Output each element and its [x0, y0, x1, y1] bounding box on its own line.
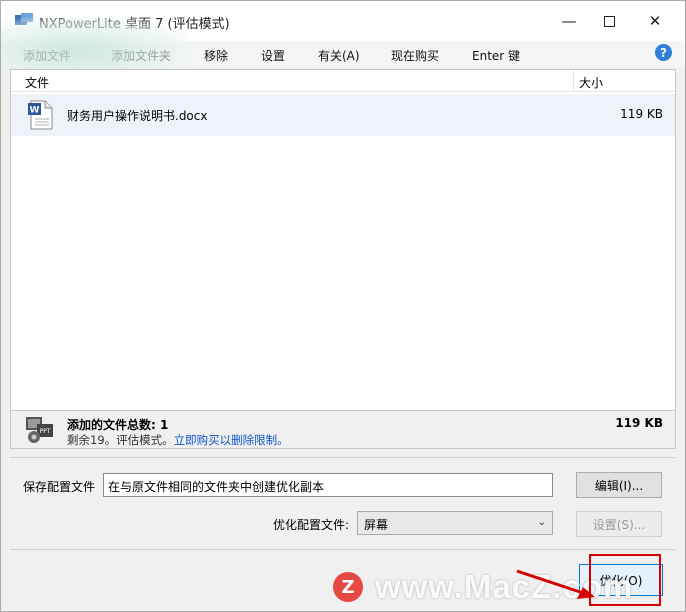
file-list[interactable]: 文件 大小 W 财务用户操作说明书.docx 119 KB	[10, 69, 676, 411]
optimize-profile-value: 屏幕	[364, 518, 389, 532]
app-window: NXPowerLite 桌面 7 (评估模式) — ✕ 添加文件 添加文件夹 移…	[0, 0, 686, 612]
menu-remove[interactable]: 移除	[204, 47, 228, 64]
divider	[10, 549, 676, 550]
column-header-name[interactable]: 文件	[25, 74, 49, 91]
help-icon[interactable]: ?	[655, 44, 672, 61]
optimize-profile-select[interactable]: 屏幕 ⌄	[357, 511, 553, 535]
window-title: NXPowerLite 桌面 7 (评估模式)	[39, 17, 230, 32]
close-button[interactable]: ✕	[633, 1, 677, 41]
summary-panel: PPT 添加的文件总数: 1 剩余19。评估模式。立即购买以删除限制。 119 …	[10, 411, 676, 449]
chevron-down-icon: ⌄	[537, 517, 546, 528]
column-header-size[interactable]: 大小	[579, 74, 603, 91]
menu-add-folder[interactable]: 添加文件夹	[111, 47, 171, 64]
remaining-count-text: 剩余19。评估模式。	[67, 433, 174, 447]
menu-enter-key[interactable]: Enter 键	[472, 47, 520, 64]
settings-button[interactable]: 设置(S)...	[576, 511, 662, 537]
total-size: 119 KB	[615, 416, 663, 430]
svg-text:W: W	[30, 106, 40, 116]
optimize-button[interactable]: 优化(O)	[579, 564, 663, 596]
watermark-logo-icon: Z	[333, 572, 363, 602]
column-divider[interactable]	[573, 70, 574, 92]
file-types-icon: PPT	[26, 417, 53, 443]
total-files-label: 添加的文件总数: 1	[67, 418, 169, 432]
menu-about[interactable]: 有关(A)	[318, 47, 360, 64]
word-document-icon: W	[28, 100, 53, 130]
menu-bar: 添加文件 添加文件夹 移除 设置 有关(A) 现在购买 Enter 键	[1, 41, 685, 67]
maximize-button[interactable]	[587, 1, 631, 41]
close-icon: ✕	[648, 12, 662, 30]
list-header: 文件 大小	[11, 70, 675, 92]
menu-buy-now[interactable]: 现在购买	[391, 47, 439, 64]
minimize-icon: —	[561, 12, 577, 30]
save-profile-field[interactable]: 在与原文件相同的文件夹中创建优化副本	[103, 473, 553, 497]
menu-settings[interactable]: 设置	[261, 47, 285, 64]
minimize-button[interactable]: —	[547, 1, 591, 41]
buy-now-link[interactable]: 立即购买以删除限制。	[174, 433, 289, 447]
svg-text:PPT: PPT	[40, 428, 51, 435]
divider	[10, 457, 676, 458]
file-size: 119 KB	[620, 107, 663, 121]
file-row[interactable]: W 财务用户操作说明书.docx 119 KB	[11, 94, 675, 136]
optimize-profile-label: 优化配置文件:	[273, 518, 350, 532]
file-name: 财务用户操作说明书.docx	[67, 109, 208, 123]
app-logo-icon	[15, 13, 33, 25]
title-bar: NXPowerLite 桌面 7 (评估模式) — ✕	[1, 1, 685, 41]
menu-add-file[interactable]: 添加文件	[23, 47, 71, 64]
evaluation-notice: 剩余19。评估模式。立即购买以删除限制。	[67, 432, 289, 448]
maximize-icon	[603, 15, 615, 27]
save-profile-label: 保存配置文件	[23, 480, 96, 494]
edit-button[interactable]: 编辑(I)...	[576, 472, 662, 498]
